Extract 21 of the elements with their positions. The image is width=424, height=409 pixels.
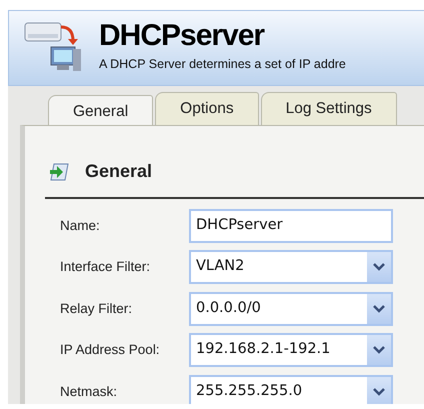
page-description: A DHCP Server determines a set of IP addre xyxy=(99,56,346,73)
chevron-down-icon xyxy=(373,304,385,313)
section-title: General xyxy=(85,160,152,183)
tab[interactable]: General xyxy=(48,95,154,125)
field-label: Name: xyxy=(59,216,101,235)
tab[interactable]: Options xyxy=(155,92,259,125)
page-title: DHCPserver xyxy=(99,19,266,53)
dropdown-field[interactable]: 0.0.0.0/0 xyxy=(189,292,393,326)
arrow-document-icon xyxy=(49,162,71,182)
field-label: Relay Filter: xyxy=(59,300,134,318)
chevron-down-icon xyxy=(373,346,385,354)
field-label: IP Address Pool: xyxy=(59,341,161,360)
chevron-down-icon xyxy=(373,388,385,396)
text-field[interactable]: DHCPserver xyxy=(189,208,393,243)
field-label: Netmask: xyxy=(59,382,118,401)
field-label: Interface Filter: xyxy=(59,258,152,276)
chevron-down-icon xyxy=(373,263,385,272)
dropdown-field[interactable]: VLAN2 xyxy=(189,250,393,284)
tab[interactable]: Log Settings xyxy=(260,92,397,125)
dropdown-field[interactable]: 255.255.255.0 xyxy=(189,374,393,404)
dropdown-field[interactable]: 192.168.2.1-192.1 xyxy=(189,333,393,368)
